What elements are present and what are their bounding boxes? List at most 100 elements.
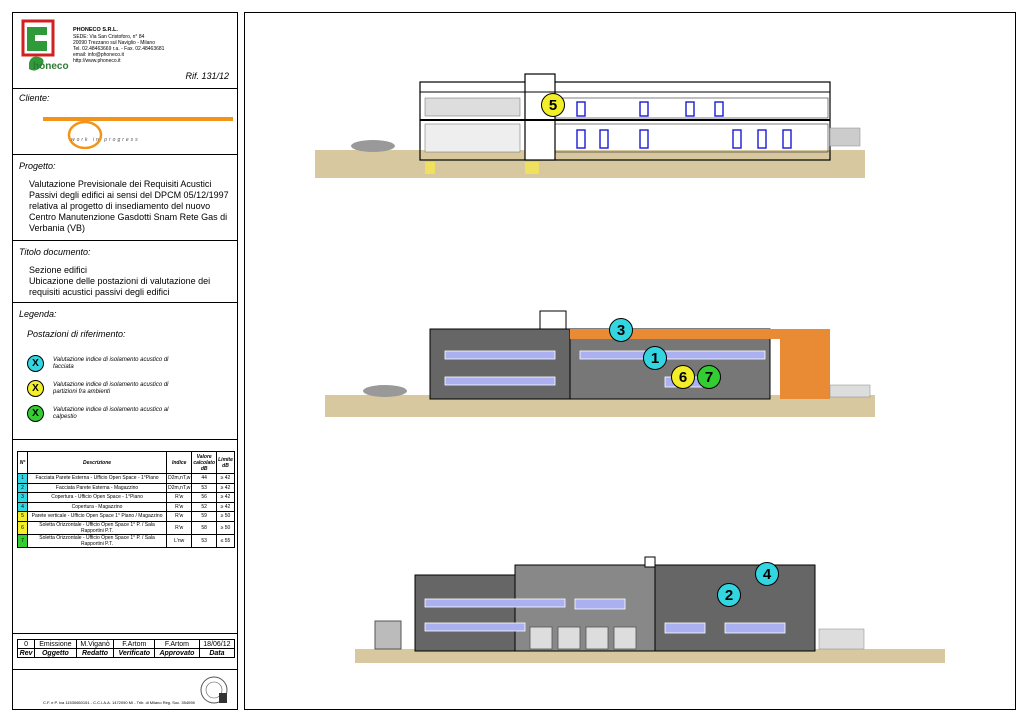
north-elevation-drawing (325, 310, 875, 417)
title-block: honeco PHONECO S.R.L. SEDE: Via San Cris… (12, 12, 238, 710)
revision-header: Rev Oggetto Redatto Verificato Approvato… (16, 648, 236, 658)
marker-4: 4 (755, 562, 779, 586)
row-description: Facciata Parete Esterna - Magazzino (26, 482, 168, 493)
row-limit: ≥ 42 (216, 501, 235, 512)
row-limit: ≥ 42 (216, 482, 235, 493)
rev-verified: F.Artom (113, 639, 156, 649)
rev-header: Verificato (113, 648, 156, 658)
row-number: 7 (17, 533, 28, 548)
marker-7: 7 (697, 365, 721, 389)
company-header: honeco PHONECO S.R.L. SEDE: Via San Cris… (13, 13, 237, 89)
doc-title-label: Titolo documento: (19, 247, 91, 257)
certification-seal (199, 675, 229, 705)
project-label: Progetto: (19, 161, 56, 171)
revision-table: 0 Emissione M.Viganò F.Artom F.Artom 18/… (16, 639, 236, 658)
rev-number: 0 (16, 639, 36, 649)
project-section: Progetto: Valutazione Previsionale dei R… (13, 155, 237, 241)
rev-header: Redatto (75, 648, 115, 658)
building-section-drawing (315, 73, 865, 178)
marker-2: 2 (717, 583, 741, 607)
company-name: PHONECO S.R.L. (73, 27, 118, 33)
row-number: 3 (17, 492, 28, 503)
partition-marker-icon: X (27, 380, 44, 397)
row-number: 5 (17, 511, 28, 522)
impact-marker-icon: X (27, 405, 44, 422)
marker-1: 1 (643, 346, 667, 370)
row-limit: ≥ 42 (216, 473, 235, 484)
marker-6: 6 (671, 365, 695, 389)
row-index: R'w (166, 520, 193, 535)
table-row: 2 Facciata Parete Esterna - Magazzino D2m,… (17, 482, 235, 493)
table-row: 1 Facciata Parete Esterna - Ufficio Open … (17, 473, 235, 484)
legend-section: Legenda: Postazioni di riferimento: X Va… (13, 303, 237, 443)
legend-item-text: Valutazione indice di isolamento acustic… (53, 356, 169, 370)
row-value: 44 (191, 473, 217, 484)
drawing-sheet: honeco PHONECO S.R.L. SEDE: Via San Cris… (0, 0, 1024, 722)
row-value: 52 (191, 501, 217, 512)
limits-table-header: N° Descrizione Indice Valore calcolato d… (17, 451, 235, 474)
marker-3: 3 (609, 318, 633, 342)
row-value: 56 (191, 492, 217, 503)
client-logo-text: work in progress (71, 137, 140, 143)
row-number: 6 (17, 520, 28, 535)
company-logo-text: honeco (33, 61, 69, 72)
limits-table: N° Descrizione Indice Valore calcolato d… (17, 451, 235, 548)
company-web: http://www.phoneco.it (73, 58, 121, 64)
rev-header: Oggetto (34, 648, 77, 658)
row-index: R'w (166, 492, 193, 503)
table-row: 4 Copertura - Magazzino R'w 52 ≥ 42 (17, 501, 235, 512)
revision-divider (13, 633, 237, 634)
legend-item-text: Valutazione indice di isolamento acustic… (53, 406, 169, 420)
row-value: 53 (191, 533, 217, 548)
header-index: Indice (166, 451, 193, 474)
table-row: 7 Soletta Orizzontale - Ufficio Open Spac… (17, 533, 235, 548)
revision-row: 0 Emissione M.Viganò F.Artom F.Artom 18/… (16, 639, 236, 649)
doc-title-line1: Sezione edifici (29, 265, 88, 275)
rev-header: Rev (16, 648, 36, 658)
rev-header: Data (198, 648, 236, 658)
marker-5: 5 (541, 93, 565, 117)
row-limit: ≥ 50 (216, 520, 235, 535)
header-number: N° (17, 451, 28, 474)
row-limit: ≥ 42 (216, 492, 235, 503)
project-description: Valutazione Previsionale dei Requisiti A… (29, 179, 229, 233)
row-description: Soletta Orizzontale - Ufficio Open Space… (26, 533, 168, 548)
legend-item-facciata: X Valutazione indice di isolamento acust… (27, 355, 173, 372)
row-description: Soletta Orizzontale - Ufficio Open Space… (26, 520, 168, 535)
rev-approved: F.Artom (154, 639, 200, 649)
legend-label: Legenda: (19, 309, 57, 319)
row-index: D2m,nT,w (166, 482, 193, 493)
header-value: Valore calcolato dB (191, 451, 217, 474)
drawing-area: 5 3 1 6 7 4 2 (244, 12, 1016, 710)
table-row: 6 Soletta Orizzontale - Ufficio Open Spac… (17, 520, 235, 535)
doc-title-section: Titolo documento: Sezione edifici Ubicaz… (13, 241, 237, 303)
row-limit: ≤ 55 (216, 533, 235, 548)
row-limit: ≥ 50 (216, 511, 235, 522)
row-description: Copertura - Magazzino (26, 501, 168, 512)
rev-date: 18/06/12 (198, 639, 236, 649)
header-limit: Limite dB (216, 451, 235, 474)
legend-item-text: Valutazione indice di isolamento acustic… (53, 381, 169, 395)
header-description: Descrizione (26, 451, 168, 474)
rev-drafted: M.Viganò (75, 639, 115, 649)
legend-subtitle: Postazioni di riferimento: (27, 329, 126, 339)
row-index: R'w (166, 511, 193, 522)
rev-object: Emissione (34, 639, 77, 649)
table-row: 3 Copertura - Ufficio Open Space - 1°Pian… (17, 492, 235, 503)
doc-title-line2: Ubicazione delle postazioni di valutazio… (29, 276, 211, 297)
table-divider (13, 439, 237, 440)
client-section: Cliente: work in progress (13, 89, 237, 155)
reference-number: Rif. 131/12 (185, 71, 229, 81)
legend-item-calpestio: X Valutazione indice di isolamento acust… (27, 405, 173, 422)
row-description: Copertura - Ufficio Open Space - 1°Piano (26, 492, 168, 503)
row-number: 2 (17, 482, 28, 493)
south-elevation-drawing (355, 556, 945, 663)
row-index: L'nw (166, 533, 193, 548)
row-number: 1 (17, 473, 28, 484)
row-description: Parete verticale - Ufficio Open Space 1°… (26, 511, 168, 522)
footer-divider (13, 669, 237, 670)
footer-text: C.F. e P. Iva 11530650151 - C.C.I.A.A. 1… (43, 700, 195, 705)
row-value: 59 (191, 511, 217, 522)
rev-header: Approvato (154, 648, 200, 658)
table-row: 5 Parete verticale - Ufficio Open Space 1… (17, 511, 235, 522)
